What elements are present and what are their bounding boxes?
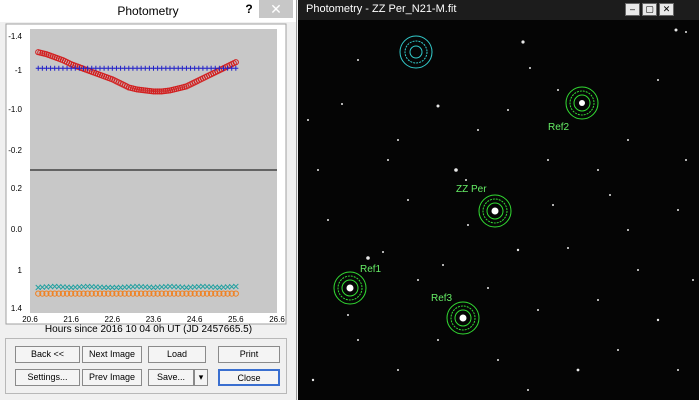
save-button[interactable]: Save...: [148, 369, 194, 386]
star: [507, 109, 509, 111]
star: [677, 369, 679, 371]
star: [674, 28, 678, 32]
star: [442, 264, 444, 266]
lightcurve-plot: -1.4 -1 -1.0 -0.2 0.2 0.0 1 1.4 20.6 21.6 22.6 23…: [5, 23, 287, 325]
star: [341, 103, 343, 105]
star: [677, 209, 679, 211]
ref3-label: Ref3: [431, 293, 453, 304]
x-axis-label: Hours since 2016 10 04 0h UT (JD 2457665…: [44, 324, 253, 335]
target-label: ZZ Per: [456, 184, 487, 195]
star: [627, 139, 629, 141]
y-tick-label: 1.4: [11, 304, 23, 313]
star: [529, 67, 531, 69]
x-tick-label: 24.6: [187, 315, 203, 324]
star: [327, 219, 329, 221]
star: [454, 168, 458, 172]
minimize-icon[interactable]: ‒: [625, 3, 640, 16]
y-tick-label: -1.4: [8, 32, 22, 41]
star: [397, 369, 399, 371]
star: [407, 199, 409, 201]
star: [382, 251, 384, 253]
back-button[interactable]: Back <<: [15, 346, 80, 363]
y-tick-label: 0.2: [11, 184, 23, 193]
y-tick-label: -0.2: [8, 146, 22, 155]
star: [537, 309, 539, 311]
y-tick-label: -1.0: [8, 105, 22, 114]
star: [609, 194, 611, 196]
star: [357, 339, 359, 341]
sky-image[interactable]: Ref2 ZZ Per Ref1 Ref3: [298, 20, 699, 400]
x-tick-label: 21.6: [63, 315, 79, 324]
y-tick-label: -1: [15, 66, 23, 75]
star: [597, 169, 599, 171]
prev-image-button[interactable]: Prev Image: [82, 369, 142, 386]
star: [597, 299, 599, 301]
star: [637, 269, 639, 271]
next-image-button[interactable]: Next Image: [82, 346, 142, 363]
star: [497, 359, 499, 361]
star: [311, 378, 315, 382]
star: [552, 204, 554, 206]
star: [477, 129, 479, 131]
star: [397, 139, 399, 141]
y-tick-label: 1: [18, 266, 23, 275]
x-tick-label: 23.6: [146, 315, 162, 324]
plot-area: [30, 29, 277, 313]
print-button[interactable]: Print: [218, 346, 280, 363]
star: [366, 256, 370, 260]
star: [576, 368, 580, 372]
star: [467, 224, 469, 226]
maximize-icon[interactable]: ▢: [642, 3, 657, 16]
star: [527, 389, 529, 391]
star: [547, 159, 549, 161]
star: [685, 31, 687, 33]
star: [357, 59, 359, 61]
star: [307, 119, 309, 121]
sky-background: [298, 20, 699, 400]
star: [656, 318, 660, 322]
close-icon[interactable]: ✕: [659, 3, 674, 16]
star: [487, 287, 489, 289]
star: [521, 40, 525, 44]
photometry-window: Photometry ? ✕ -1.4 -1 -1.0 -0.2 0.2 0.0 1 1.4…: [0, 0, 297, 400]
star: [627, 229, 629, 231]
ref1-label: Ref1: [360, 264, 382, 275]
star: [516, 248, 520, 252]
star: [387, 159, 389, 161]
ref2-label: Ref2: [548, 122, 570, 133]
star: [465, 179, 467, 181]
y-tick-label: 0.0: [11, 225, 23, 234]
star: [347, 314, 349, 316]
star: [317, 169, 319, 171]
star: [617, 349, 619, 351]
star: [685, 159, 687, 161]
x-tick-label: 20.6: [22, 315, 38, 324]
star: [557, 89, 559, 91]
star: [436, 104, 440, 108]
star: [657, 79, 659, 81]
star: [692, 279, 694, 281]
image-title: Photometry - ZZ Per_N21-M.fit: [306, 3, 457, 15]
load-button[interactable]: Load: [148, 346, 206, 363]
image-titlebar[interactable]: Photometry - ZZ Per_N21-M.fit ‒ ▢ ✕: [298, 0, 699, 20]
star: [417, 279, 419, 281]
x-tick-label: 26.6: [269, 315, 285, 324]
save-dropdown-button[interactable]: ▾: [194, 369, 208, 386]
image-window: Photometry - ZZ Per_N21-M.fit ‒ ▢ ✕ Ref2: [298, 0, 699, 400]
star: [437, 339, 439, 341]
x-tick-label: 22.6: [105, 315, 121, 324]
star: [567, 247, 569, 249]
settings-button[interactable]: Settings...: [15, 369, 80, 386]
close-dialog-button[interactable]: Close: [218, 369, 280, 386]
x-tick-label: 25.6: [228, 315, 244, 324]
